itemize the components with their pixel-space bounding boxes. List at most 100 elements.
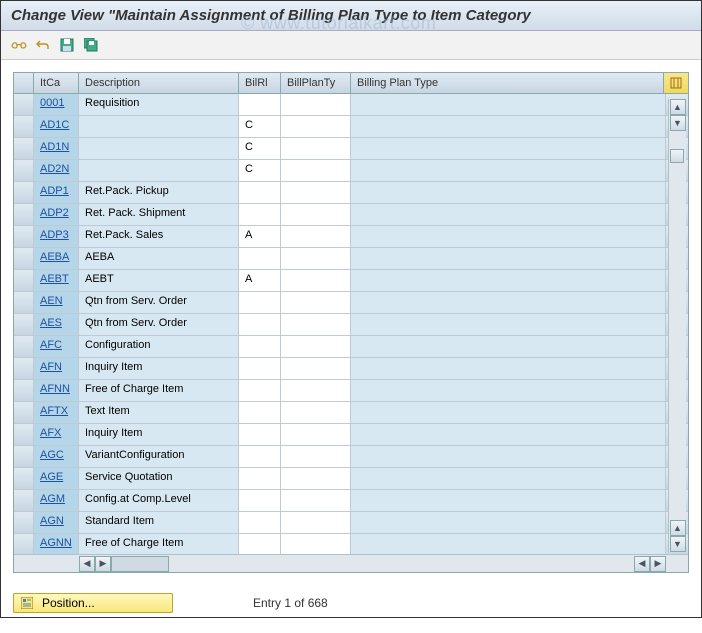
cell-itca[interactable]: 0001	[34, 94, 79, 116]
cell-itca[interactable]: AD1C	[34, 116, 79, 138]
cell-bilrl[interactable]	[239, 380, 281, 402]
cell-billplanty[interactable]	[281, 248, 351, 270]
cell-bilrl[interactable]	[239, 446, 281, 468]
row-selector[interactable]	[14, 204, 34, 226]
table-row[interactable]: ADP3Ret.Pack. SalesA	[14, 226, 688, 248]
cell-itca[interactable]: AEBA	[34, 248, 79, 270]
cell-billplanty[interactable]	[281, 512, 351, 534]
col-header-description[interactable]: Description	[79, 73, 239, 93]
cell-bilrl[interactable]	[239, 292, 281, 314]
save-all-button[interactable]	[81, 35, 101, 55]
cell-itca[interactable]: AGM	[34, 490, 79, 512]
row-selector[interactable]	[14, 380, 34, 402]
col-config-button[interactable]	[664, 73, 688, 93]
scroll-thumb[interactable]	[670, 149, 684, 163]
cell-billplanty[interactable]	[281, 314, 351, 336]
cell-billplanty[interactable]	[281, 534, 351, 554]
cell-bilrl[interactable]	[239, 248, 281, 270]
row-selector[interactable]	[14, 182, 34, 204]
table-row[interactable]: 0001Requisition	[14, 94, 688, 116]
cell-billplanty[interactable]	[281, 160, 351, 182]
cell-billplanty[interactable]	[281, 116, 351, 138]
table-row[interactable]: AFNNFree of Charge Item	[14, 380, 688, 402]
cell-billplanty[interactable]	[281, 94, 351, 116]
cell-billplanty[interactable]	[281, 424, 351, 446]
table-row[interactable]: AESQtn from Serv. Order	[14, 314, 688, 336]
table-row[interactable]: AENQtn from Serv. Order	[14, 292, 688, 314]
horizontal-scrollbar[interactable]: ◀ ▶ ◀ ▶	[14, 554, 688, 572]
col-header-billplantype[interactable]: Billing Plan Type	[351, 73, 664, 93]
scroll-up-button[interactable]: ▲	[670, 99, 686, 115]
position-button[interactable]: Position...	[13, 593, 173, 613]
row-selector[interactable]	[14, 248, 34, 270]
table-row[interactable]: AGCVariantConfiguration	[14, 446, 688, 468]
hscroll-right-button[interactable]: ▶	[95, 556, 111, 572]
cell-itca[interactable]: ADP1	[34, 182, 79, 204]
cell-billplanty[interactable]	[281, 358, 351, 380]
row-selector[interactable]	[14, 138, 34, 160]
cell-bilrl[interactable]: C	[239, 116, 281, 138]
scroll-track[interactable]	[670, 131, 686, 326]
table-row[interactable]: AGEService Quotation	[14, 468, 688, 490]
cell-bilrl[interactable]	[239, 512, 281, 534]
undo-button[interactable]	[33, 35, 53, 55]
cell-itca[interactable]: AGN	[34, 512, 79, 534]
table-row[interactable]: AGMConfig.at Comp.Level	[14, 490, 688, 512]
cell-billplanty[interactable]	[281, 336, 351, 358]
scroll-up2-button[interactable]: ▲	[670, 520, 686, 536]
row-selector[interactable]	[14, 512, 34, 534]
cell-billplanty[interactable]	[281, 226, 351, 248]
cell-billplanty[interactable]	[281, 204, 351, 226]
cell-itca[interactable]: AEBT	[34, 270, 79, 292]
vertical-scrollbar[interactable]: ▲ ▼ ▲ ▼	[668, 99, 686, 552]
cell-bilrl[interactable]: A	[239, 226, 281, 248]
scroll-down2-button[interactable]: ▼	[670, 536, 686, 552]
row-selector[interactable]	[14, 292, 34, 314]
cell-bilrl[interactable]: C	[239, 138, 281, 160]
row-selector[interactable]	[14, 490, 34, 512]
table-row[interactable]: AFXInquiry Item	[14, 424, 688, 446]
row-selector[interactable]	[14, 270, 34, 292]
cell-itca[interactable]: AES	[34, 314, 79, 336]
table-row[interactable]: AGNNFree of Charge Item	[14, 534, 688, 554]
row-selector[interactable]	[14, 160, 34, 182]
hscroll-left2-button[interactable]: ◀	[634, 556, 650, 572]
cell-itca[interactable]: AFTX	[34, 402, 79, 424]
row-selector[interactable]	[14, 534, 34, 554]
table-row[interactable]: ADP1Ret.Pack. Pickup	[14, 182, 688, 204]
cell-billplanty[interactable]	[281, 182, 351, 204]
table-row[interactable]: AFTXText Item	[14, 402, 688, 424]
col-selector[interactable]	[14, 73, 34, 93]
table-row[interactable]: AD1C C	[14, 116, 688, 138]
cell-itca[interactable]: AGE	[34, 468, 79, 490]
cell-bilrl[interactable]	[239, 424, 281, 446]
cell-itca[interactable]: AD2N	[34, 160, 79, 182]
table-row[interactable]: AEBAAEBA	[14, 248, 688, 270]
cell-bilrl[interactable]	[239, 314, 281, 336]
row-selector[interactable]	[14, 424, 34, 446]
cell-bilrl[interactable]	[239, 534, 281, 554]
cell-bilrl[interactable]	[239, 402, 281, 424]
table-row[interactable]: AGNStandard Item	[14, 512, 688, 534]
hscroll-thumb[interactable]	[111, 556, 169, 572]
cell-itca[interactable]: ADP3	[34, 226, 79, 248]
save-button[interactable]	[57, 35, 77, 55]
table-row[interactable]: AD1NC	[14, 138, 688, 160]
cell-billplanty[interactable]	[281, 446, 351, 468]
hscroll-left-button[interactable]: ◀	[79, 556, 95, 572]
cell-bilrl[interactable]	[239, 468, 281, 490]
cell-bilrl[interactable]	[239, 94, 281, 116]
cell-bilrl[interactable]	[239, 336, 281, 358]
cell-itca[interactable]: AFC	[34, 336, 79, 358]
cell-billplanty[interactable]	[281, 292, 351, 314]
other-view-button[interactable]	[9, 35, 29, 55]
scroll-down-button[interactable]: ▼	[670, 115, 686, 131]
cell-bilrl[interactable]	[239, 204, 281, 226]
cell-bilrl[interactable]	[239, 490, 281, 512]
table-row[interactable]: ADP2Ret. Pack. Shipment	[14, 204, 688, 226]
cell-itca[interactable]: AFN	[34, 358, 79, 380]
cell-billplanty[interactable]	[281, 270, 351, 292]
row-selector[interactable]	[14, 226, 34, 248]
cell-bilrl[interactable]	[239, 182, 281, 204]
cell-billplanty[interactable]	[281, 402, 351, 424]
